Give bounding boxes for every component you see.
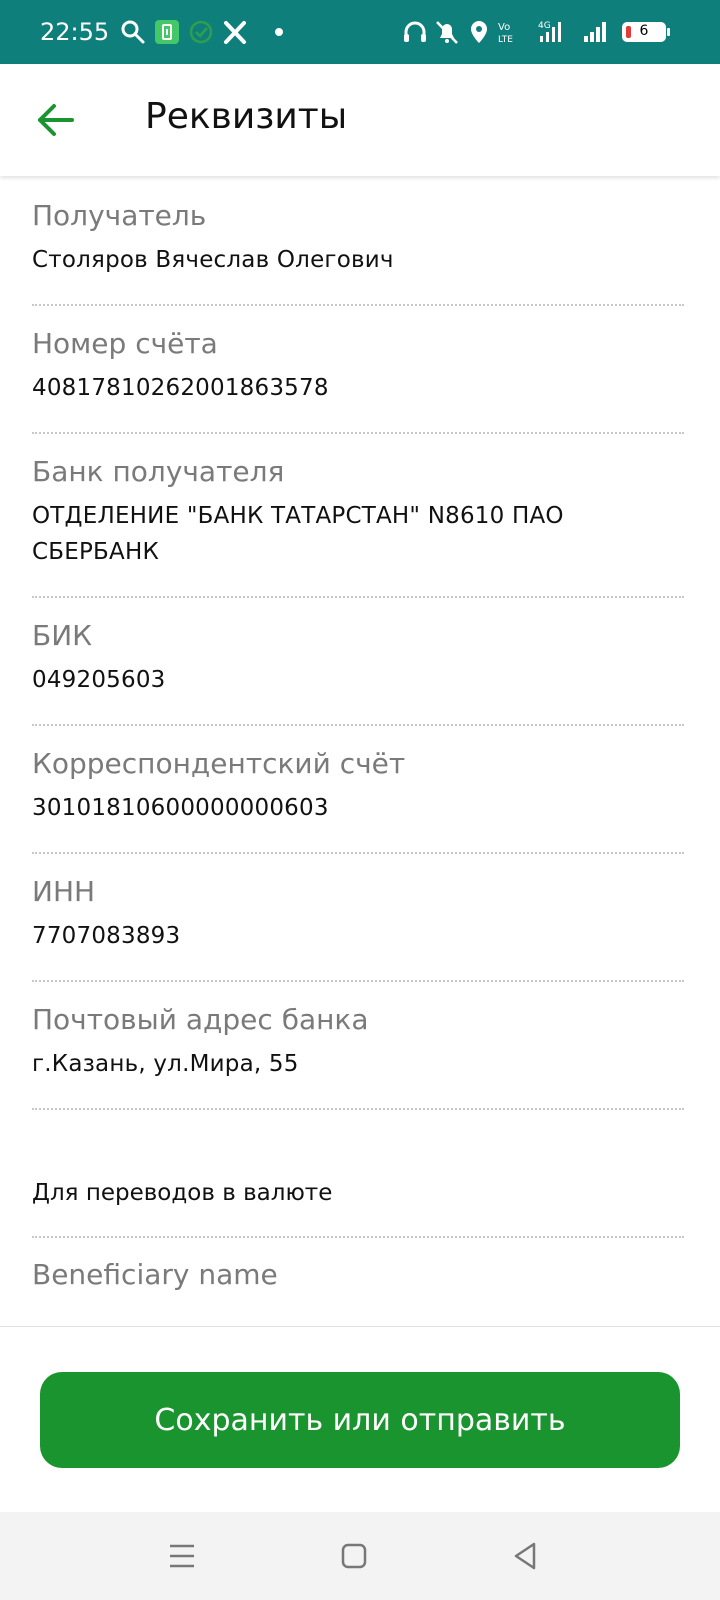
detail-account-number: Номер счёта 40817810262001863578 (32, 326, 684, 406)
detail-bik: БИК 049205603 (32, 618, 684, 698)
detail-label: ИНН (32, 875, 96, 908)
divider (32, 1108, 684, 1110)
detail-inn: ИНН 7707083893 (32, 874, 684, 954)
tools-icon (224, 21, 246, 44)
status-time: 22:55 (40, 18, 110, 46)
volte-icon: Vo LTE (498, 22, 513, 45)
svg-text:LTE: LTE (498, 35, 513, 45)
back-triangle-icon[interactable] (504, 1534, 548, 1578)
detail-label: БИК (32, 619, 93, 652)
detail-correspondent-account: Корреспондентский счёт 30101810600000000… (32, 746, 684, 826)
app-bar: Реквизиты (0, 64, 720, 176)
dot-icon (275, 28, 283, 36)
status-bar: 22:55 Vo LTE 4G 6 (0, 0, 720, 64)
navigation-bar (0, 1512, 720, 1600)
menu-icon[interactable] (160, 1534, 204, 1578)
divider (32, 980, 684, 982)
svg-text:Vo: Vo (498, 22, 510, 33)
detail-label: Корреспондентский счёт (32, 747, 406, 780)
divider (32, 724, 684, 726)
detail-label: Получатель (32, 199, 207, 232)
signal-icon (584, 22, 606, 42)
detail-value[interactable]: г.Казань, ул.Мира, 55 (32, 1046, 684, 1082)
detail-value[interactable]: ОТДЕЛЕНИЕ "БАНК ТАТАРСТАН" N8610 ПАО СБЕ… (32, 498, 684, 570)
detail-bank-address: Почтовый адрес банка г.Казань, ул.Мира, … (32, 1002, 684, 1082)
divider (32, 304, 684, 306)
detail-label: Почтовый адрес банка (32, 1003, 369, 1036)
section-title-currency: Для переводов в валюте (32, 1180, 333, 1206)
beneficiary-name-label: Beneficiary name (32, 1258, 278, 1291)
signal-4g-icon: 4G (538, 21, 561, 42)
battery-saver-icon (155, 20, 179, 44)
back-button[interactable] (32, 92, 80, 148)
bottom-separator (0, 1326, 720, 1327)
arrow-left-icon (38, 104, 74, 136)
page-title: Реквизиты (145, 96, 348, 137)
battery-level: 6 (639, 23, 649, 39)
detail-label: Банк получателя (32, 455, 285, 488)
bell-off-icon (436, 21, 458, 44)
detail-label: Номер счёта (32, 327, 218, 360)
svg-text:4G: 4G (538, 21, 551, 31)
detail-value[interactable]: 30101810600000000603 (32, 790, 684, 826)
divider (32, 596, 684, 598)
detail-value[interactable]: 7707083893 (32, 918, 684, 954)
divider (32, 852, 684, 854)
battery-icon: 6 (622, 22, 670, 42)
detail-recipient: Получатель Столяров Вячеслав Олегович (32, 198, 684, 278)
detail-value[interactable]: Столяров Вячеслав Олегович (32, 242, 684, 278)
divider (32, 1236, 684, 1238)
headphones-icon (404, 21, 426, 42)
detail-value[interactable]: 40817810262001863578 (32, 370, 684, 406)
detail-recipient-bank: Банк получателя ОТДЕЛЕНИЕ "БАНК ТАТАРСТА… (32, 454, 684, 570)
location-icon (471, 21, 487, 43)
divider (32, 432, 684, 434)
details-list: Получатель Столяров Вячеслав Олегович Но… (0, 176, 720, 1326)
check-circle-icon (189, 20, 213, 44)
search-icon (121, 20, 145, 44)
home-square-icon[interactable] (332, 1534, 376, 1578)
save-or-send-button[interactable]: Сохранить или отправить (40, 1372, 680, 1468)
detail-value[interactable]: 049205603 (32, 662, 684, 698)
